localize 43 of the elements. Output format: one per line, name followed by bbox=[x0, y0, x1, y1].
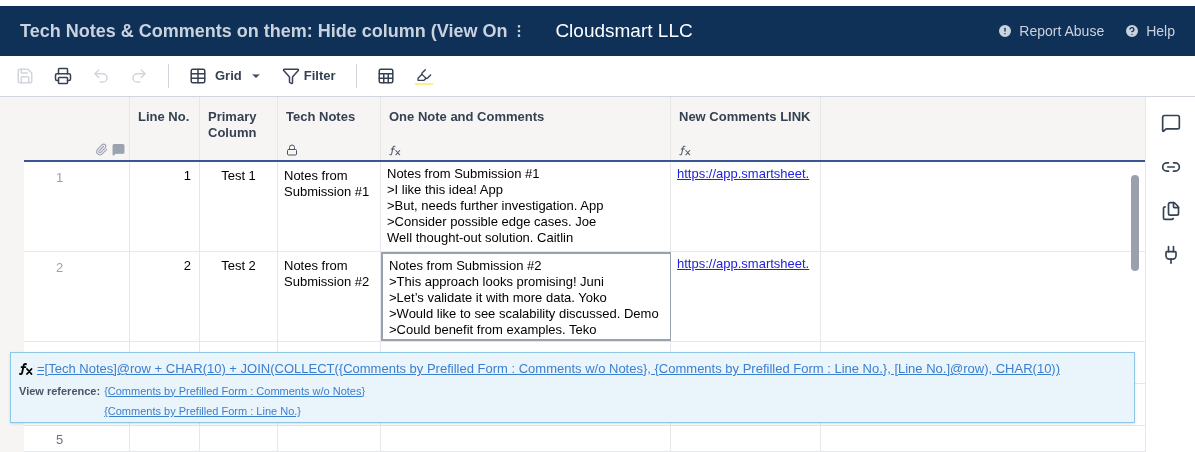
table-cell: 2 bbox=[130, 252, 200, 341]
grid-view-button[interactable]: Grid bbox=[189, 66, 262, 86]
header-link[interactable]: Help bbox=[1124, 20, 1175, 42]
filter-icon bbox=[281, 67, 300, 85]
row-number: 5 bbox=[56, 432, 64, 447]
reference-label: View reference: bbox=[19, 383, 101, 399]
alert-icon bbox=[997, 23, 1014, 39]
reference-link[interactable]: {Comments by Prefilled Form : Line No.} bbox=[104, 403, 366, 420]
documents-icon[interactable] bbox=[1160, 201, 1181, 221]
function-icon bbox=[679, 145, 691, 156]
column-header[interactable]: Line No. bbox=[130, 97, 200, 160]
table-cell: Test 1 bbox=[200, 162, 278, 251]
table-cell: Notes from Submission #1 bbox=[278, 162, 381, 251]
filter-button[interactable]: Filter bbox=[281, 66, 336, 86]
function-icon bbox=[19, 362, 33, 375]
column-header[interactable]: Primary Column bbox=[200, 97, 278, 160]
table-cell: Notes from Submission #2 bbox=[278, 252, 381, 341]
lock-icon bbox=[286, 144, 298, 156]
row-number: 2 bbox=[56, 260, 64, 275]
header-link[interactable]: Report Abuse bbox=[997, 20, 1105, 42]
comment-icon bbox=[112, 143, 125, 156]
table-cell: 1 bbox=[130, 162, 200, 251]
sheet-title: Tech Notes & Comments on them: Hide column (View On bbox=[20, 19, 508, 43]
print-icon[interactable] bbox=[54, 67, 72, 85]
highlighter-icon[interactable] bbox=[414, 67, 433, 85]
help-icon bbox=[1124, 23, 1141, 39]
reference-link[interactable]: {Comments by Prefilled Form : Comments w/o Notes} bbox=[104, 382, 366, 399]
table-cell: Test 2 bbox=[200, 252, 278, 341]
column-header[interactable]: One Note and Comments bbox=[381, 97, 671, 160]
scrollbar[interactable] bbox=[1131, 175, 1139, 271]
grid-icon bbox=[189, 67, 207, 85]
formula-link[interactable]: =[Tech Notes]@row + CHAR(10) + JOIN(COLLECT({Comments by Prefilled Form : Comments w/o Notes}, {Comments by Prefilled Form : Line No.}, [Line No.]@row), CHAR(10)) bbox=[37, 359, 1060, 379]
column-header[interactable]: Tech Notes bbox=[278, 97, 381, 160]
sheet-icon[interactable] bbox=[376, 67, 395, 85]
link[interactable]: https://app.smartsheet. bbox=[677, 166, 810, 181]
row-number: 1 bbox=[56, 170, 64, 185]
column-header[interactable]: New Comments LINK bbox=[671, 97, 821, 160]
table-cell[interactable]: Notes from Submission #2 >This approach looks promising! Juni >Let’s validate it with more data. Yoko >Would like to see scalability discussed. Demo >Could benefit from examples. Teko bbox=[381, 252, 671, 341]
company-name: Cloudsmart LLC bbox=[555, 18, 693, 43]
function-icon bbox=[389, 145, 401, 156]
comment-icon[interactable] bbox=[1160, 113, 1181, 133]
link[interactable]: https://app.smartsheet. bbox=[677, 256, 810, 271]
table-cell[interactable]: Notes from Submission #1 >I like this idea! App >But, needs further investigation. App >Consider possible edge cases. Joe Well thought-out solution. Caitlin bbox=[381, 162, 671, 251]
